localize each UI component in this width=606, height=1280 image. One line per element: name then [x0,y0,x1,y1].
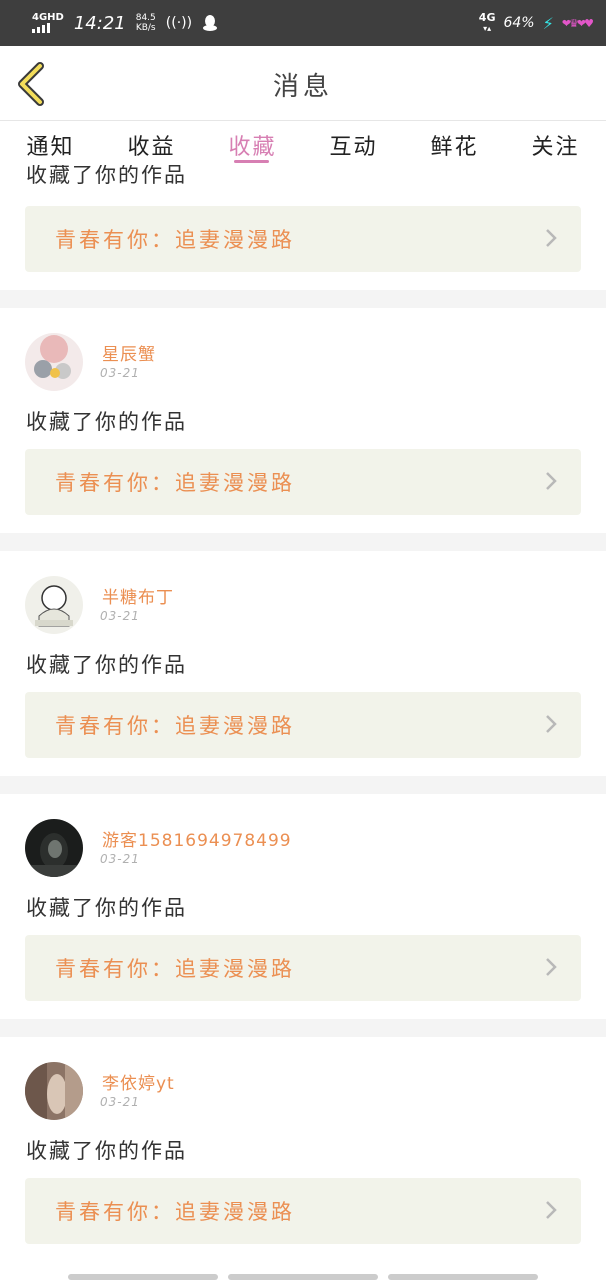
username[interactable]: 李依婷yt [102,1069,175,1094]
tab-following[interactable]: 关注 [531,121,579,165]
user-avatar-image [25,333,83,391]
network-label: 4GHD [32,12,64,23]
user-avatar-image [25,819,83,877]
tab-interactions[interactable]: 互动 [329,121,377,165]
avatar[interactable] [25,819,83,877]
action-text: 收藏了你的作品 [26,1139,187,1163]
chevron-right-icon [546,472,557,490]
tab-notifications[interactable]: 通知 [26,121,74,165]
action-text: 收藏了你的作品 [26,653,187,677]
work-link[interactable]: 青春有你：追妻漫漫路 [25,692,581,758]
username[interactable]: 游客1581694978499 [102,826,292,851]
work-link[interactable]: 青春有你：追妻漫漫路 [25,935,581,1001]
clock: 14:21 [73,12,126,34]
user-avatar-image [25,576,83,634]
date: 03-21 [100,366,140,380]
chevron-right-icon [546,1201,557,1219]
mobile-data: 4G ▾▴ [478,11,496,33]
qq-icon [203,15,218,31]
mobile-data-label: 4G [478,11,496,24]
work-link[interactable]: 青春有你：追妻漫漫路 [25,449,581,515]
signal-icon [32,23,64,33]
action-text: 收藏了你的作品 [26,165,187,187]
user-avatar-image [25,1062,83,1120]
work-link[interactable]: 青春有你：追妻漫漫路 [25,1178,581,1244]
page-title: 消息 [272,72,333,102]
tab-earnings[interactable]: 收益 [127,121,175,165]
decor-hearts-icon: ❤♛❤♥ [561,16,594,30]
date: 03-21 [100,852,140,866]
list-item: 半糖布丁 03-21 收藏了你的作品 青春有你：追妻漫漫路 [0,551,606,776]
work-title: 青春有你：追妻漫漫路 [55,1200,295,1224]
avatar[interactable] [25,576,83,634]
date: 03-21 [100,1095,140,1109]
action-text: 收藏了你的作品 [26,410,187,434]
work-title: 青春有你：追妻漫漫路 [55,471,295,495]
date: 03-21 [100,609,140,623]
work-title: 青春有你：追妻漫漫路 [55,714,295,738]
status-bar: 4GHD 14:21 84.5 KB/s ((·)) 4G ▾▴ 64% ⚡ ❤… [0,0,606,46]
message-list[interactable]: 收藏了你的作品 青春有你：追妻漫漫路 星辰蟹 03-21 收藏了你的作品 青春有… [0,165,606,1280]
username[interactable]: 半糖布丁 [102,583,174,608]
avatar[interactable] [25,1062,83,1120]
tab-favorites[interactable]: 收藏 [228,121,276,165]
net-speed-value: 84.5 [135,13,156,23]
work-title: 青春有你：追妻漫漫路 [55,228,295,252]
chevron-right-icon [546,958,557,976]
list-item: 收藏了你的作品 青春有你：追妻漫漫路 [0,165,606,290]
action-text: 收藏了你的作品 [26,896,187,920]
bottom-scroll-indicator [68,1274,538,1280]
hotspot-icon: ((·)) [165,15,193,31]
cell-signal: 4GHD [32,13,64,33]
avatar[interactable] [25,333,83,391]
net-speed-unit: KB/s [135,23,156,33]
net-speed: 84.5 KB/s [136,13,156,33]
list-item: 星辰蟹 03-21 收藏了你的作品 青春有你：追妻漫漫路 [0,308,606,533]
charging-icon: ⚡ [542,13,554,33]
work-title: 青春有你：追妻漫漫路 [55,957,295,981]
battery-level: 64% [503,15,535,31]
list-item: 李依婷yt 03-21 收藏了你的作品 青春有你：追妻漫漫路 [0,1037,606,1280]
nav-header: 消息 [0,46,606,121]
chevron-right-icon [546,229,557,247]
tab-flowers[interactable]: 鲜花 [430,121,478,165]
chevron-right-icon [546,715,557,733]
username[interactable]: 星辰蟹 [102,340,156,365]
work-link[interactable]: 青春有你：追妻漫漫路 [25,206,581,272]
tab-bar: 通知 收益 收藏 互动 鲜花 关注 [0,121,606,165]
list-item: 游客1581694978499 03-21 收藏了你的作品 青春有你：追妻漫漫路 [0,794,606,1019]
